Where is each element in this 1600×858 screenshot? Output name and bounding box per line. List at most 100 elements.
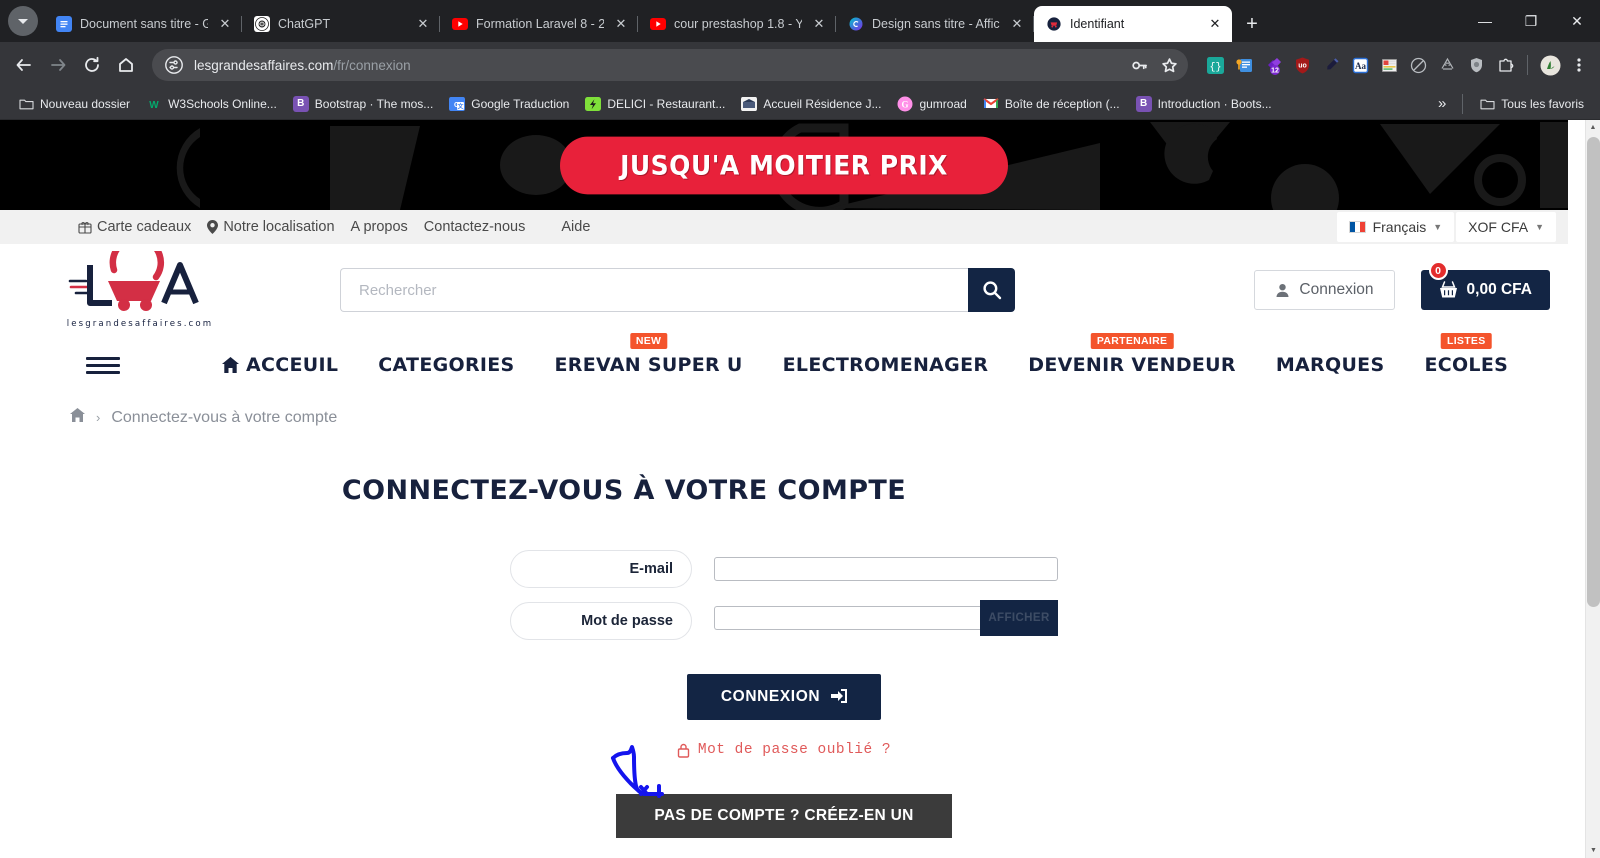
- create-account-button[interactable]: PAS DE COMPTE ? CRÉEZ-EN UN: [616, 794, 952, 838]
- topbar-link-contactez-nous[interactable]: Contactez-nous: [416, 219, 534, 235]
- close-icon[interactable]: ✕: [1008, 15, 1026, 33]
- bookmark-item[interactable]: Nouveau dossier: [10, 93, 138, 115]
- bookmark-item[interactable]: W W3Schools Online...: [138, 93, 285, 115]
- maximize-button[interactable]: ❐: [1508, 0, 1554, 42]
- color-picker-extension[interactable]: [1318, 52, 1344, 78]
- color-palette-extension[interactable]: [1376, 52, 1402, 78]
- bookmark-item[interactable]: Boîte de réception (...: [975, 93, 1128, 115]
- home-icon: [222, 357, 239, 373]
- profile-avatar[interactable]: [1537, 52, 1563, 78]
- arrow-left-icon: [16, 59, 31, 71]
- font-finder-extension[interactable]: Aa: [1347, 52, 1373, 78]
- scrollbar-thumb[interactable]: [1587, 137, 1600, 607]
- topbar-link-notre-localisation[interactable]: Notre localisation: [199, 219, 342, 235]
- shield-extension[interactable]: [1463, 52, 1489, 78]
- language-selector[interactable]: Français ▼: [1336, 212, 1455, 242]
- burger-line: [86, 370, 120, 374]
- header-login-button[interactable]: Connexion: [1254, 270, 1395, 310]
- browser-tab-active[interactable]: Identifiant ✕: [1034, 6, 1232, 42]
- bookmark-item[interactable]: G gumroad: [889, 93, 974, 115]
- forward-button[interactable]: [42, 49, 74, 81]
- submit-login-button[interactable]: CONNEXION: [686, 674, 882, 720]
- nav-item-label: ECOLES: [1424, 354, 1509, 376]
- nav-item-ecoles[interactable]: LISTES ECOLES: [1424, 333, 1509, 376]
- ublock-origin-extension[interactable]: uo: [1289, 52, 1315, 78]
- hamburger-menu-icon[interactable]: [86, 353, 120, 378]
- nav-items: ACCEUIL CATEGORIES NEW EREVAN SUPER U EL…: [222, 333, 1509, 376]
- email-input[interactable]: [714, 557, 1058, 581]
- new-tab-button[interactable]: +: [1238, 10, 1266, 38]
- vertical-scrollbar[interactable]: ▲ ▼: [1585, 120, 1600, 858]
- topbar-links: Carte cadeaux Notre localisation A propo…: [70, 219, 598, 235]
- tab-manager-extension[interactable]: 12: [1260, 52, 1286, 78]
- breadcrumb-current: Connectez-vous à votre compte: [111, 408, 338, 426]
- bookmark-item[interactable]: DELICI - Restaurant...: [577, 93, 733, 115]
- reload-button[interactable]: [76, 49, 108, 81]
- form-filler-extension[interactable]: [1231, 52, 1257, 78]
- three-dot-menu-icon[interactable]: [1566, 52, 1592, 78]
- tab-search-button[interactable]: [8, 6, 38, 36]
- close-icon[interactable]: ✕: [414, 15, 432, 33]
- bookmark-item[interactable]: Accueil Résidence J...: [733, 93, 889, 115]
- search-button[interactable]: [968, 268, 1015, 312]
- breadcrumb-home-link[interactable]: [70, 408, 85, 427]
- tab-strip: Document sans titre - Goo ✕ ChatGPT ✕ Fo…: [0, 0, 1600, 42]
- svg-text:文: 文: [457, 102, 465, 110]
- scroll-down-arrow[interactable]: ▼: [1586, 843, 1600, 858]
- nav-item-label: DEVENIR VENDEUR: [1028, 354, 1236, 376]
- url-text: lesgrandesaffaires.com/fr/connexion: [194, 58, 1126, 73]
- close-window-button[interactable]: ✕: [1554, 0, 1600, 42]
- topbar-link-aide[interactable]: Aide: [553, 219, 598, 235]
- nav-item-marques[interactable]: MARQUES: [1276, 354, 1385, 376]
- json-viewer-extension[interactable]: {}: [1202, 52, 1228, 78]
- browser-tab[interactable]: Design sans titre - Affiche ✕: [836, 6, 1034, 42]
- close-icon[interactable]: ✕: [810, 15, 828, 33]
- nav-item-devenir-vendeur[interactable]: PARTENAIRE DEVENIR VENDEUR: [1028, 333, 1236, 376]
- currency-selector[interactable]: XOF CFA ▼: [1456, 212, 1556, 242]
- back-button[interactable]: [8, 49, 40, 81]
- close-icon[interactable]: ✕: [612, 15, 630, 33]
- bookmark-item[interactable]: B Bootstrap · The mos...: [285, 93, 442, 115]
- address-bar[interactable]: lesgrandesaffaires.com/fr/connexion: [152, 49, 1188, 81]
- promo-cta-text[interactable]: JUSQU'A MOITIER PRIX: [560, 136, 1008, 194]
- login-form: E-mail Mot de passe AFFICHER CONNEXION M…: [0, 550, 1568, 838]
- all-bookmarks-button[interactable]: Tous les favoris: [1471, 93, 1592, 115]
- nav-item-acceuil[interactable]: ACCEUIL: [222, 354, 338, 376]
- bookmarks-overflow-button[interactable]: »: [1430, 92, 1454, 115]
- extensions-puzzle-icon[interactable]: [1492, 52, 1518, 78]
- password-input[interactable]: [714, 606, 980, 630]
- site-logo[interactable]: lesgrandesaffaires.com: [18, 235, 218, 329]
- nav-item-label: MARQUES: [1275, 354, 1385, 376]
- scroll-up-arrow[interactable]: ▲: [1586, 120, 1600, 135]
- nav-item-erevan-super-u[interactable]: NEW EREVAN SUPER U: [555, 333, 743, 376]
- show-password-button[interactable]: AFFICHER: [980, 600, 1058, 636]
- forgot-password-label: Mot de passe oublié ?: [697, 742, 892, 758]
- minimize-button[interactable]: —: [1462, 0, 1508, 42]
- star-icon[interactable]: [1156, 52, 1182, 78]
- search-input[interactable]: [340, 268, 968, 312]
- promo-banner[interactable]: JUSQU'A MOITIER PRIX: [0, 120, 1568, 210]
- recycle-extension[interactable]: [1434, 52, 1460, 78]
- bookmark-item[interactable]: G文 Google Traduction: [441, 93, 577, 115]
- tab-title: Document sans titre - Goo: [80, 17, 208, 31]
- browser-tab[interactable]: Formation Laravel 8 - 26/2 ✕: [440, 6, 638, 42]
- close-icon[interactable]: ✕: [1206, 15, 1224, 33]
- close-icon[interactable]: ✕: [216, 15, 234, 33]
- key-icon[interactable]: [1126, 52, 1152, 78]
- nav-item-electromenager[interactable]: ELECTROMENAGER: [783, 354, 989, 376]
- browser-tab[interactable]: cour prestashop 1.8 - YouT ✕: [638, 6, 836, 42]
- cart-button[interactable]: 0 0,00 CFA: [1420, 261, 1550, 310]
- home-button[interactable]: [110, 49, 142, 81]
- topbar-link-a-propos[interactable]: A propos: [343, 219, 416, 235]
- browser-tab[interactable]: Document sans titre - Goo ✕: [44, 6, 242, 42]
- forgot-password-link[interactable]: Mot de passe oublié ?: [0, 742, 1568, 758]
- nav-item-categories[interactable]: CATEGORIES: [378, 354, 514, 376]
- header-login-label: Connexion: [1299, 281, 1374, 298]
- browser-tab[interactable]: ChatGPT ✕: [242, 6, 440, 42]
- bookmarks-divider: [1462, 93, 1464, 114]
- bookmark-item[interactable]: B Introduction · Boots...: [1128, 93, 1280, 115]
- tune-site-settings-icon[interactable]: [164, 55, 184, 75]
- topbar-link-carte-cadeaux[interactable]: Carte cadeaux: [70, 219, 199, 235]
- blocker-extension[interactable]: [1405, 52, 1431, 78]
- topbar-link-label: Notre localisation: [223, 219, 335, 235]
